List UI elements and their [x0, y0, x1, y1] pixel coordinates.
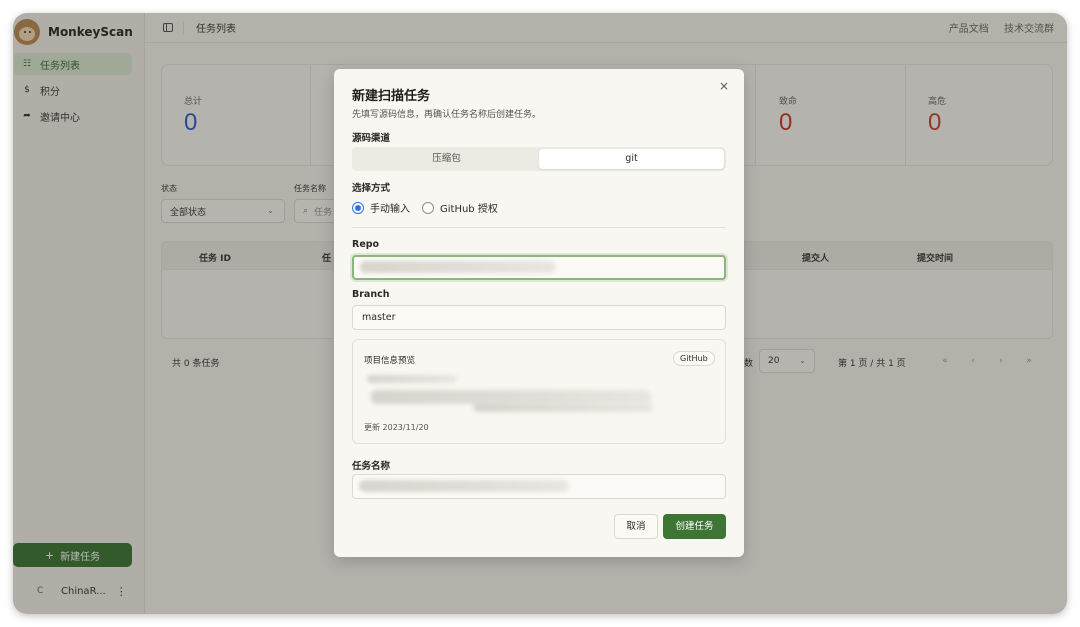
project-preview-card: 项目信息预览 GitHub 更新 2023/11/20 — [352, 339, 726, 444]
redacted-text — [367, 375, 457, 383]
method-label: 选择方式 — [352, 183, 391, 194]
manual-input-label[interactable]: 手动输入 — [370, 200, 410, 215]
app-window: MonkeyScan ☷ 任务列表 $ 积分 ➦ 邀请中心 + 新建任务 C C… — [13, 13, 1067, 614]
task-name-input[interactable] — [352, 474, 726, 499]
method-radio-group: 手动输入 GitHub 授权 — [352, 200, 498, 215]
github-badge: GitHub — [673, 351, 715, 366]
github-auth-radio[interactable] — [422, 201, 434, 214]
create-task-button[interactable]: 创建任务 — [663, 514, 726, 539]
redacted-text — [473, 402, 653, 412]
preview-updated: 更新 2023/11/20 — [364, 423, 429, 432]
divider — [352, 227, 726, 228]
task-name-label: 任务名称 — [352, 461, 391, 472]
source-channel-label: 源码渠道 — [352, 133, 391, 144]
dialog-subtitle: 先填写源码信息，再确认任务名称后创建任务。 — [352, 110, 542, 120]
source-channel-toggle: 压缩包 git — [352, 147, 726, 171]
repo-input[interactable] — [352, 255, 726, 280]
preview-title: 项目信息预览 — [364, 356, 416, 366]
close-icon[interactable]: × — [719, 79, 729, 93]
branch-input[interactable]: master — [352, 305, 726, 330]
source-option-zip[interactable]: 压缩包 — [354, 149, 539, 169]
manual-input-radio[interactable] — [352, 201, 364, 214]
source-option-git[interactable]: git — [539, 149, 724, 169]
cancel-button[interactable]: 取消 — [614, 514, 658, 539]
redacted-text — [360, 261, 556, 273]
github-auth-label[interactable]: GitHub 授权 — [440, 200, 498, 215]
new-scan-task-dialog: 新建扫描任务 先填写源码信息，再确认任务名称后创建任务。 × 源码渠道 压缩包 … — [334, 69, 744, 557]
redacted-text — [359, 480, 569, 492]
branch-label: Branch — [352, 289, 390, 300]
repo-label: Repo — [352, 239, 380, 250]
dialog-title: 新建扫描任务 — [352, 89, 431, 104]
